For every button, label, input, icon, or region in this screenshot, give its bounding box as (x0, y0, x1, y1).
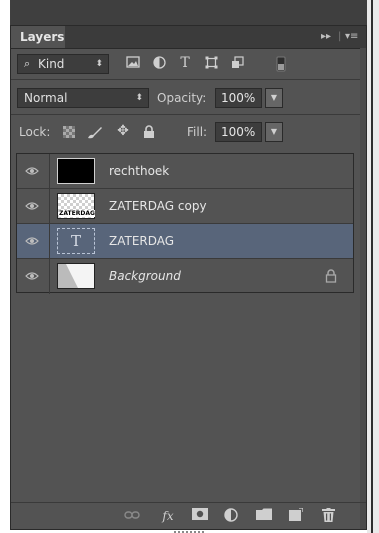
new-group-icon[interactable] (255, 508, 273, 524)
panel-scrollbar[interactable] (360, 48, 366, 529)
layer-row-rechthoek[interactable]: rechthoek (17, 154, 353, 189)
image-filter-icon[interactable] (125, 56, 141, 70)
blend-mode-select[interactable]: Normal ⬍ (17, 88, 149, 108)
panel-tab-bar: Layers ▸▸ | ▾≡ (11, 26, 366, 49)
eye-icon[interactable] (25, 164, 39, 178)
select-arrows-icon: ⬍ (95, 59, 103, 69)
shape-filter-icon[interactable] (203, 56, 219, 70)
kind-filter-select[interactable]: ⌕ Kind ⬍ (17, 54, 109, 74)
blend-row: Normal ⬍ Opacity: 100% ▼ (11, 87, 366, 109)
lock-position-move-icon[interactable]: ✥ (115, 124, 131, 138)
resize-grip[interactable] (174, 528, 204, 533)
lock-all-icon[interactable] (141, 125, 157, 139)
divider (11, 79, 366, 80)
eye-icon[interactable] (25, 199, 39, 213)
opacity-label: Opacity: (157, 91, 207, 105)
eye-icon[interactable] (25, 234, 39, 248)
filter-toggle-icon[interactable] (273, 56, 289, 72)
layer-thumbnail: ZATERDAG (57, 193, 95, 219)
layer-thumbnail (57, 263, 95, 289)
select-arrows-icon: ⬍ (135, 93, 143, 103)
layer-thumbnail (57, 158, 95, 184)
tab-layers[interactable]: Layers (11, 26, 65, 48)
opacity-input[interactable]: 100% (215, 88, 262, 108)
layer-name: ZATERDAG (109, 234, 175, 248)
eye-icon[interactable] (25, 269, 39, 283)
blend-mode-value: Normal (24, 91, 68, 105)
layer-name: Background (109, 269, 181, 283)
window-top-strip (10, 0, 367, 25)
visibility-separator (49, 189, 50, 223)
smart-object-filter-icon[interactable] (229, 56, 245, 70)
lock-row: Lock: ✥ Fill: 100% ▼ (11, 121, 366, 143)
delete-layer-icon[interactable] (319, 508, 337, 524)
layer-name: rechthoek (109, 164, 170, 178)
collapse-panel-icon[interactable]: ▸▸ (321, 30, 331, 44)
fill-label: Fill: (187, 125, 208, 139)
lock-pixels-brush-icon[interactable] (87, 125, 103, 139)
type-filter-icon[interactable]: T (177, 56, 193, 70)
layer-name: ZATERDAG copy (109, 199, 207, 213)
visibility-separator (49, 154, 50, 188)
type-layer-glyph: T (70, 232, 81, 250)
layer-row-background[interactable]: Background (17, 259, 353, 294)
add-mask-icon[interactable] (191, 508, 209, 524)
filter-row: ⌕ Kind ⬍ T (11, 53, 366, 75)
lock-icon (325, 269, 337, 283)
search-icon: ⌕ (24, 57, 31, 70)
layers-list: rechthoek ZATERDAG ZATERDAG copy T ZATER… (16, 153, 354, 294)
fx-icon[interactable]: fx (157, 508, 179, 524)
lock-label: Lock: (19, 125, 51, 139)
panel-menu-icon[interactable]: ▾≡ (345, 30, 358, 44)
lock-transparent-icon[interactable] (61, 126, 77, 140)
layers-footer: fx (11, 502, 366, 529)
opacity-slider-button[interactable]: ▼ (265, 88, 283, 108)
layer-row-zaterdag-copy[interactable]: ZATERDAG ZATERDAG copy (17, 189, 353, 224)
kind-filter-label: Kind (38, 57, 65, 71)
link-layers-icon[interactable] (123, 508, 141, 524)
document-edge (367, 0, 379, 533)
layer-thumbnail: T (57, 228, 95, 254)
thumbnail-text: ZATERDAG (59, 210, 95, 217)
visibility-separator (49, 259, 50, 294)
fill-input[interactable]: 100% (215, 122, 262, 142)
new-adjustment-icon[interactable] (221, 508, 241, 524)
adjustment-filter-icon[interactable] (151, 56, 167, 70)
visibility-separator (49, 224, 50, 258)
fill-slider-button[interactable]: ▼ (265, 122, 283, 142)
tab-separator: | (338, 31, 342, 42)
layer-row-zaterdag[interactable]: T ZATERDAG (17, 224, 353, 259)
divider (11, 114, 366, 115)
layers-panel: Layers ▸▸ | ▾≡ ⌕ Kind ⬍ T Normal ⬍ Opaci… (10, 25, 367, 530)
new-layer-icon[interactable] (287, 507, 305, 524)
